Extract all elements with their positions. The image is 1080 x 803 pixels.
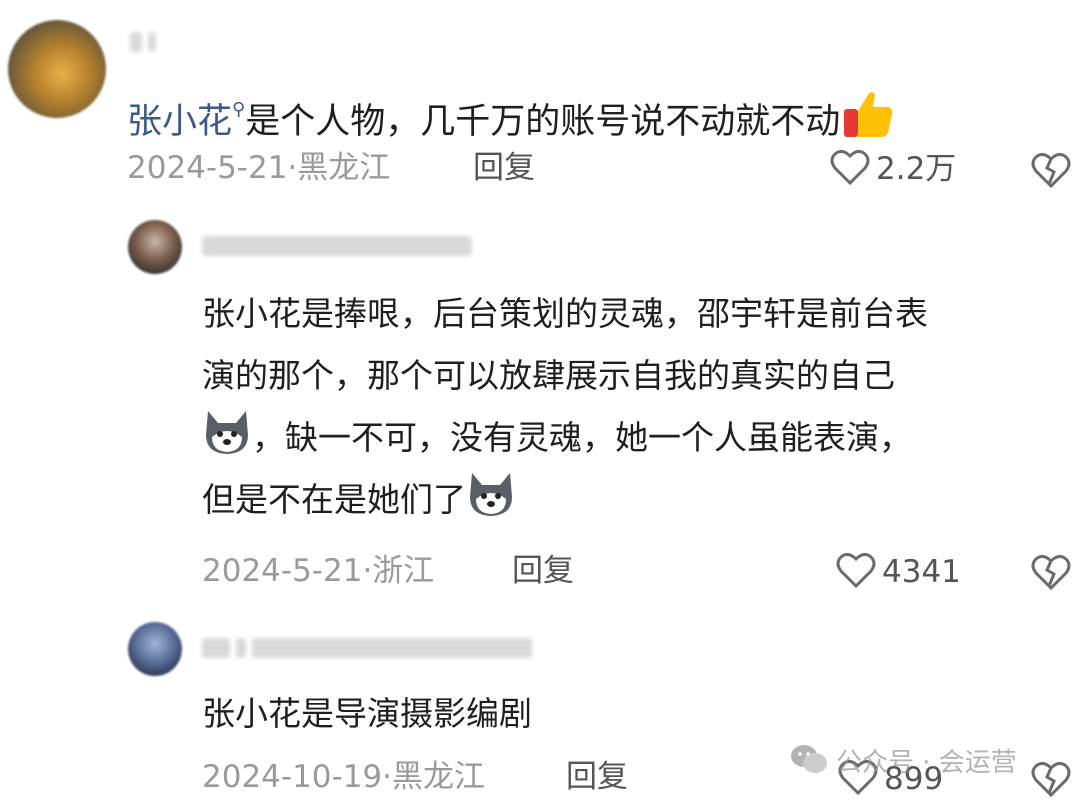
heart-icon [830,148,870,190]
comment-meta: 2024-5-21·黑龙江 [127,153,390,184]
comment-meta: 2024-5-21·浙江 [202,556,434,587]
comment-date: 2024-10-19 [202,759,383,795]
comment-date: 2024-5-21 [127,150,288,186]
comment-text: 张小花是导演摄影编剧 [202,694,532,733]
avatar[interactable] [128,220,182,274]
mention-link[interactable]: 张小花 [127,102,232,142]
dislike-button[interactable] [1030,151,1072,193]
like-count: 4341 [882,553,961,590]
watermark-text: 公众号 · 会运营 [836,748,1017,778]
username-blurred[interactable] [202,236,472,256]
husky-emoji-icon [466,469,516,519]
comment-line: 但是不在是她们了 [202,469,1072,531]
broken-heart-icon [1030,152,1072,193]
comment-body: 是个人物，几千万的账号说不动就不动 [245,102,841,142]
reply-button[interactable]: 回复 [473,153,535,184]
comment-line: 张小花是捧哏，后台策划的灵魂，邵宇轩是前台表 [202,294,928,333]
avatar[interactable] [128,622,182,676]
like-button[interactable]: 2.2万 [830,148,956,190]
comment-text: 张小花是捧哏，后台策划的灵魂，邵宇轩是前台表 演的那个，那个可以放肆展示自我的真… [202,283,1072,531]
wechat-icon [790,743,828,779]
thumbs-up-icon [842,89,894,146]
comment-line-text: ，缺一不可，没有灵魂，她一个人虽能表演， [252,418,912,457]
comment-text: 张小花⚲是个人物，几千万的账号说不动就不动 [127,89,894,146]
watermark: 公众号 · 会运营 [790,742,1017,779]
search-icon[interactable]: ⚲ [232,99,245,120]
meta-separator: · [382,759,393,795]
broken-heart-icon [1030,761,1072,802]
like-count: 2.2万 [876,150,957,187]
comment-line-text: 但是不在是她们了 [202,480,466,519]
comment-meta: 2024-10-19·黑龙江 [202,762,485,793]
like-button[interactable]: 4341 [836,551,961,593]
comment-line: ，缺一不可，没有灵魂，她一个人虽能表演， [202,407,1072,469]
username-blurred[interactable] [202,638,532,658]
broken-heart-icon [1030,554,1072,595]
meta-separator: · [362,553,373,589]
comment-date: 2024-5-21 [202,553,363,589]
avatar[interactable] [8,20,106,118]
dislike-button[interactable] [1030,760,1072,802]
reply-button[interactable]: 回复 [566,762,628,793]
dislike-button[interactable] [1030,553,1072,595]
comment-location: 黑龙江 [392,759,486,795]
comment-line: 演的那个，那个可以放肆展示自我的真实的自己 [202,356,895,395]
comment-location: 浙江 [372,553,435,589]
comment-location: 黑龙江 [297,150,391,186]
username-blurred[interactable] [130,32,156,52]
meta-separator: · [287,150,298,186]
heart-icon [836,551,876,593]
husky-emoji-icon [202,407,252,457]
reply-button[interactable]: 回复 [512,556,574,587]
